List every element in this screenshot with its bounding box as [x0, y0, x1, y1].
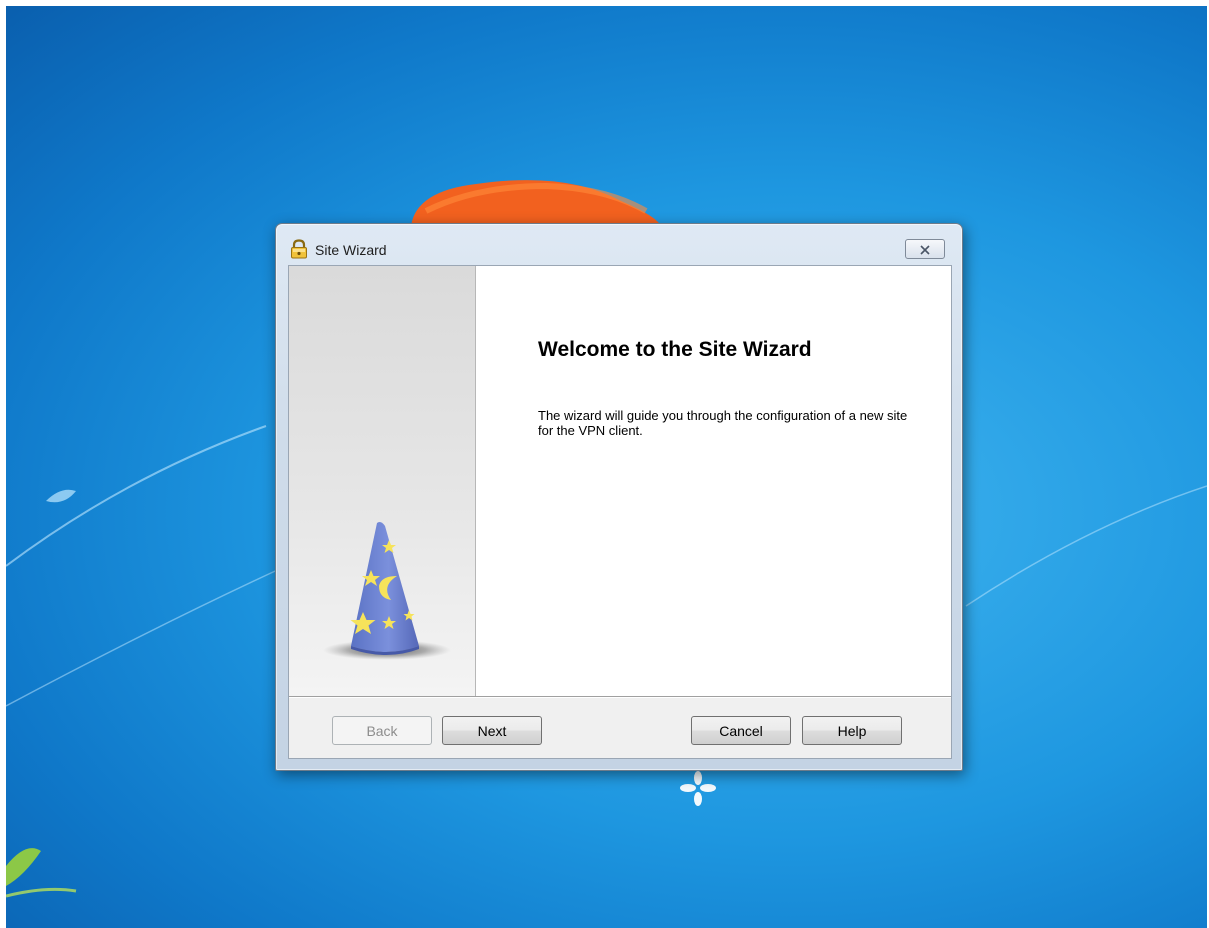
- welcome-heading: Welcome to the Site Wizard: [538, 338, 812, 361]
- wizard-hat-icon: [315, 518, 455, 672]
- wizard-content: Welcome to the Site Wizard The wizard wi…: [476, 266, 951, 696]
- dialog-title: Site Wizard: [315, 242, 387, 258]
- welcome-description: The wizard will guide you through the co…: [538, 408, 908, 438]
- back-button[interactable]: Back: [332, 716, 432, 745]
- close-button[interactable]: [905, 239, 945, 259]
- site-wizard-dialog: Site Wizard Welcome to the Site Wizard T…: [275, 223, 963, 771]
- title-bar[interactable]: Site Wizard: [276, 224, 962, 264]
- close-icon: [919, 240, 931, 259]
- wizard-client-area: Welcome to the Site Wizard The wizard wi…: [288, 265, 952, 759]
- wizard-side-panel: [289, 266, 476, 696]
- next-button[interactable]: Next: [442, 716, 542, 745]
- padlock-icon: [290, 239, 308, 259]
- button-separator: [289, 696, 951, 698]
- help-button[interactable]: Help: [802, 716, 902, 745]
- cancel-button[interactable]: Cancel: [691, 716, 791, 745]
